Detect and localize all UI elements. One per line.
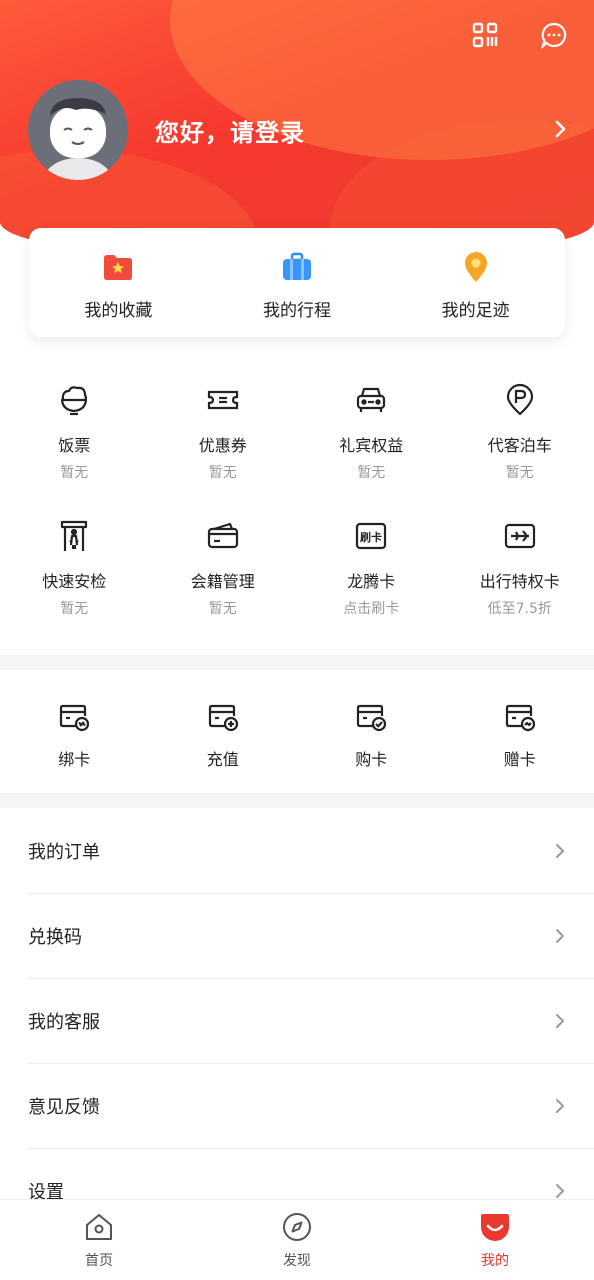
section-divider — [0, 655, 594, 670]
service-fast-security[interactable]: 快速安检 暂无 — [0, 518, 149, 654]
service-title: 优惠券 — [198, 436, 247, 455]
bind-card-button[interactable]: 绑卡 — [0, 700, 149, 790]
scan-icon[interactable] — [468, 18, 502, 52]
swipe-card-icon-text: 刷卡 — [360, 530, 382, 544]
service-title: 代客泊车 — [487, 436, 552, 455]
menu-label: 意见反馈 — [28, 1097, 100, 1118]
avatar[interactable] — [28, 80, 128, 180]
recharge-button[interactable]: 充值 — [149, 700, 298, 790]
service-title: 龙腾卡 — [347, 572, 396, 591]
security-gate-icon — [56, 518, 92, 554]
service-subtitle: 暂无 — [208, 601, 237, 617]
wallet-card-icon — [205, 518, 241, 554]
profile-header: 您好，请登录 — [0, 0, 594, 262]
card-action-label: 购卡 — [355, 750, 388, 769]
services-grid: 饭票 暂无 优惠券 暂无 礼宾权益 暂无 代客泊车 暂无 快速安检 暂无 会籍管… — [0, 382, 594, 654]
tab-label: 首页 — [85, 1253, 113, 1269]
service-subtitle: 暂无 — [208, 465, 237, 481]
gift-card-button[interactable]: 赠卡 — [446, 700, 594, 790]
service-concierge[interactable]: 礼宾权益 暂无 — [297, 382, 446, 518]
service-title: 饭票 — [58, 436, 91, 455]
chevron-right-icon — [556, 929, 564, 943]
service-subtitle: 暂无 — [60, 465, 89, 481]
chevron-right-icon — [556, 1014, 564, 1028]
service-subtitle: 暂无 — [357, 465, 386, 481]
quick-label: 我的行程 — [263, 301, 331, 321]
quick-access-card: 我的收藏 我的行程 我的足迹 — [29, 228, 565, 337]
location-pin-icon — [459, 250, 493, 284]
menu-list: 我的订单 兑换码 我的客服 意见反馈 设置 — [0, 809, 594, 1234]
service-valet-parking[interactable]: 代客泊车 暂无 — [446, 382, 594, 518]
service-meal-ticket[interactable]: 饭票 暂无 — [0, 382, 149, 518]
buy-card-button[interactable]: 购卡 — [297, 700, 446, 790]
service-subtitle: 暂无 — [505, 465, 534, 481]
home-icon — [82, 1210, 116, 1244]
card-add-icon — [206, 700, 240, 734]
service-membership[interactable]: 会籍管理 暂无 — [149, 518, 298, 654]
menu-label: 兑换码 — [28, 927, 82, 948]
chevron-right-icon — [556, 844, 564, 858]
quick-label: 我的收藏 — [84, 301, 153, 321]
menu-label: 我的客服 — [28, 1012, 100, 1033]
tab-label: 我的 — [481, 1253, 509, 1269]
chevron-right-icon — [556, 1099, 564, 1113]
message-icon[interactable] — [537, 18, 571, 52]
tab-label: 发现 — [283, 1253, 311, 1269]
swipe-card-icon: 刷卡 — [353, 518, 389, 554]
service-coupon[interactable]: 优惠券 暂无 — [149, 382, 298, 518]
plane-card-icon — [502, 518, 538, 554]
card-actions: 绑卡 充值 购卡 赠卡 — [0, 700, 594, 790]
service-title: 出行特权卡 — [479, 572, 560, 591]
tab-home[interactable]: 首页 — [0, 1200, 198, 1280]
profile-smile-icon — [478, 1210, 512, 1244]
menu-label: 我的订单 — [28, 842, 100, 863]
card-check-icon — [354, 700, 388, 734]
bottom-tab-bar: 首页 发现 我的 — [0, 1199, 594, 1280]
coupon-icon — [205, 382, 241, 418]
service-travel-privilege-card[interactable]: 出行特权卡 低至7.5折 — [446, 518, 594, 654]
quick-favorites[interactable]: 我的收藏 — [29, 228, 208, 337]
login-greeting[interactable]: 您好，请登录 — [155, 113, 305, 148]
service-longteng-card[interactable]: 刷卡 龙腾卡 点击刷卡 — [297, 518, 446, 654]
menu-item-feedback[interactable]: 意见反馈 — [28, 1064, 594, 1149]
menu-item-redeem-code[interactable]: 兑换码 — [28, 894, 594, 979]
card-gift-icon — [503, 700, 537, 734]
card-action-label: 充值 — [206, 750, 239, 769]
briefcase-icon — [280, 250, 314, 284]
car-icon — [353, 382, 389, 418]
parking-icon — [502, 382, 538, 418]
menu-item-customer-service[interactable]: 我的客服 — [28, 979, 594, 1064]
card-link-icon — [57, 700, 91, 734]
tab-discover[interactable]: 发现 — [198, 1200, 396, 1280]
menu-item-orders[interactable]: 我的订单 — [28, 809, 594, 894]
rice-bowl-icon — [56, 382, 92, 418]
compass-icon — [280, 1210, 314, 1244]
quick-footprints[interactable]: 我的足迹 — [386, 228, 565, 337]
card-action-label: 赠卡 — [503, 750, 536, 769]
folder-star-icon — [101, 250, 135, 284]
service-subtitle: 低至7.5折 — [487, 601, 552, 617]
quick-label: 我的足迹 — [441, 301, 510, 321]
quick-trips[interactable]: 我的行程 — [208, 228, 387, 337]
section-divider — [0, 793, 594, 808]
service-title: 快速安检 — [42, 572, 107, 591]
tab-mine[interactable]: 我的 — [396, 1200, 594, 1280]
chevron-right-icon[interactable] — [548, 117, 572, 141]
service-subtitle: 点击刷卡 — [343, 601, 400, 617]
service-title: 礼宾权益 — [339, 436, 404, 455]
service-title: 会籍管理 — [190, 572, 255, 591]
card-action-label: 绑卡 — [58, 750, 91, 769]
service-subtitle: 暂无 — [60, 601, 89, 617]
